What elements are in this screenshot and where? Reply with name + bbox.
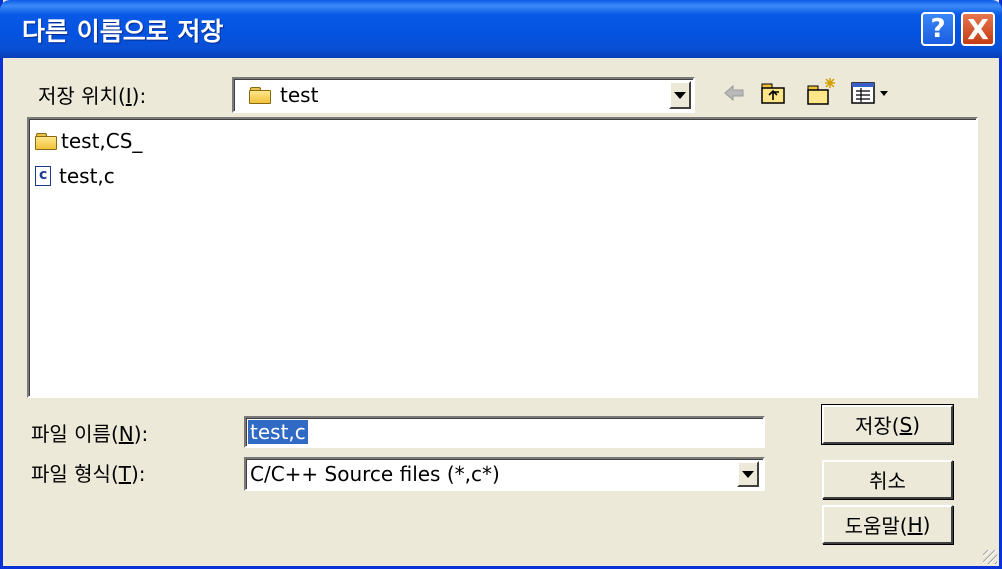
title-bar[interactable]: 다른 이름으로 저장 ? X <box>0 0 1002 58</box>
file-name-accel: N <box>118 422 134 446</box>
chevron-down-icon <box>742 470 754 478</box>
save-in-label-text: 저장 위치( <box>38 84 126 108</box>
dialog-title: 다른 이름으로 저장 <box>22 17 224 46</box>
file-type-dropdown-button[interactable] <box>737 461 759 487</box>
save-accel: S <box>899 412 913 437</box>
file-type-label-suffix: ): <box>130 462 146 486</box>
file-name: test,CS_ <box>61 129 143 153</box>
save-in-dropdown-button[interactable] <box>669 81 691 109</box>
folder-icon <box>249 87 271 104</box>
chevron-down-icon <box>674 91 686 99</box>
cancel-label: 취소 <box>869 469 906 493</box>
file-name: test,c <box>59 164 115 188</box>
save-label-suffix: ) <box>912 412 921 437</box>
help-button[interactable]: 도움말(H) <box>822 505 953 544</box>
file-type-label: 파일 형식(T): <box>31 458 146 487</box>
file-list[interactable]: test,CS_ c test,c <box>27 117 978 398</box>
folder-icon <box>35 133 57 150</box>
save-label: 저장( <box>854 414 900 438</box>
save-button[interactable]: 저장(S) <box>821 404 954 445</box>
close-button[interactable]: X <box>961 12 995 46</box>
cancel-button[interactable]: 취소 <box>822 460 953 499</box>
file-type-accel: T <box>118 462 131 486</box>
help-label-suffix: ) <box>922 512 931 537</box>
file-type-value: C/C++ Source files (*,c*) <box>250 462 500 486</box>
view-menu-icon[interactable] <box>850 80 896 106</box>
c-file-icon-letter: c <box>39 167 48 183</box>
list-item[interactable]: c test,c <box>35 164 115 188</box>
help-title-button[interactable]: ? <box>921 12 955 46</box>
resize-grip[interactable] <box>983 550 997 564</box>
save-in-combobox[interactable]: test <box>232 77 695 113</box>
file-name-label-text: 파일 이름( <box>31 422 119 446</box>
file-name-input[interactable]: test,c <box>244 416 765 448</box>
file-type-label-text: 파일 형식( <box>31 462 119 486</box>
save-in-value: test <box>280 83 319 107</box>
new-folder-icon[interactable] <box>806 76 838 106</box>
file-name-value: test,c <box>248 420 308 444</box>
c-file-icon: c <box>35 166 51 186</box>
save-in-label: 저장 위치(I): <box>38 80 146 109</box>
file-type-combobox[interactable]: C/C++ Source files (*,c*) <box>244 457 765 491</box>
help-label: 도움말( <box>844 514 908 538</box>
save-in-label-suffix: ): <box>131 84 147 108</box>
file-name-label: 파일 이름(N): <box>31 418 148 447</box>
help-accel: H <box>907 512 923 537</box>
back-arrow-icon[interactable] <box>722 83 746 103</box>
list-item[interactable]: test,CS_ <box>35 129 142 153</box>
file-name-label-suffix: ): <box>133 422 149 446</box>
up-folder-icon[interactable] <box>760 80 788 106</box>
save-as-dialog: 다른 이름으로 저장 ? X 저장 위치(I): test test,CS_ c… <box>0 0 1002 569</box>
